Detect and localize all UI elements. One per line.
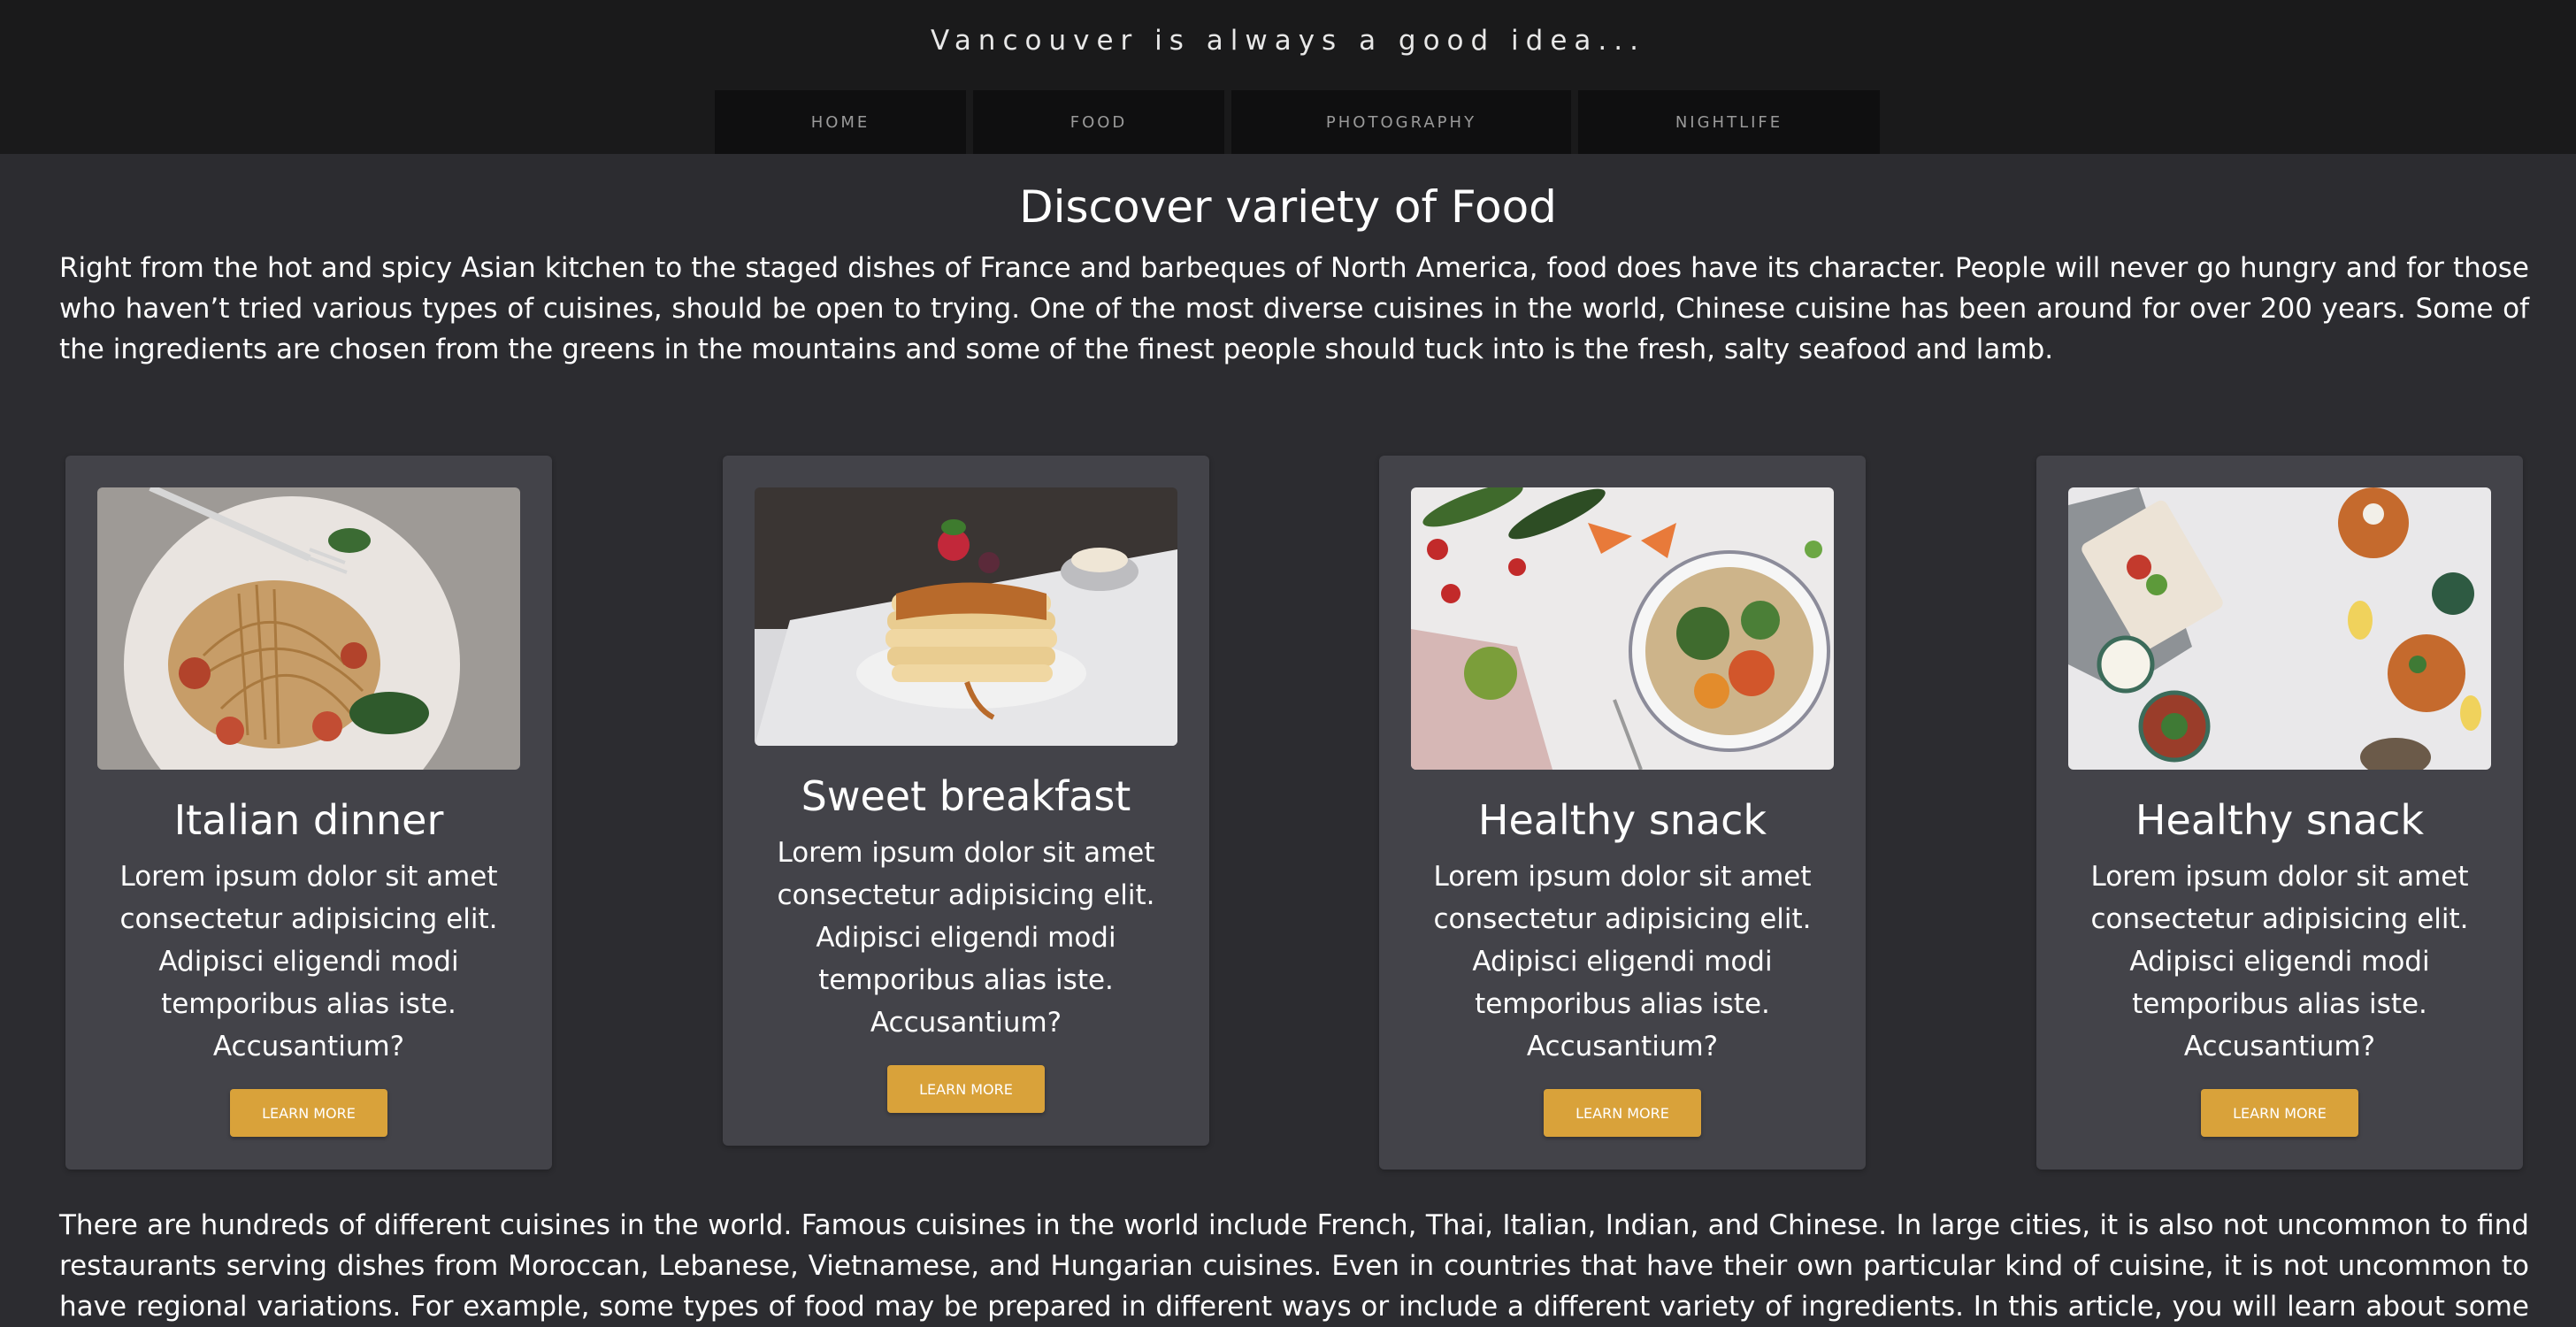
learn-more-button[interactable]: LEARN MORE	[887, 1065, 1045, 1113]
pancakes-photo	[755, 487, 1177, 746]
food-card: Healthy snack Lorem ipsum dolor sit amet…	[2036, 456, 2523, 1170]
site-header: Vancouver is always a good idea... HOME …	[0, 0, 2576, 154]
site-tagline: Vancouver is always a good idea...	[931, 25, 1645, 57]
fries-table-photo	[2068, 487, 2491, 770]
card-text: Lorem ipsum dolor sit amet consectetur a…	[777, 837, 1155, 1039]
intro-paragraph: Right from the hot and spicy Asian kitch…	[59, 252, 2529, 365]
page-title: Discover variety of Food	[1019, 181, 1557, 233]
card-title: Sweet breakfast	[801, 772, 1131, 820]
card-text: Lorem ipsum dolor sit amet consectetur a…	[2090, 861, 2469, 1062]
card-text: Lorem ipsum dolor sit amet consectetur a…	[119, 861, 498, 1062]
outro-paragraph: There are hundreds of different cuisines…	[59, 1209, 2529, 1323]
food-card: Italian dinner Lorem ipsum dolor sit ame…	[65, 456, 552, 1170]
spaghetti-photo	[97, 487, 520, 770]
learn-more-button[interactable]: LEARN MORE	[1544, 1089, 1701, 1137]
vegetable-bowl-photo	[1411, 487, 1834, 770]
card-title: Italian dinner	[173, 796, 444, 844]
food-card: Sweet breakfast Lorem ipsum dolor sit am…	[723, 456, 1209, 1146]
card-title: Healthy snack	[2135, 796, 2425, 844]
nav-photography[interactable]: PHOTOGRAPHY	[1231, 90, 1571, 154]
learn-more-button[interactable]: LEARN MORE	[2201, 1089, 2358, 1137]
food-card: Healthy snack Lorem ipsum dolor sit amet…	[1379, 456, 1866, 1170]
nav-nightlife[interactable]: NIGHTLIFE	[1578, 90, 1880, 154]
card-title: Healthy snack	[1477, 796, 1767, 844]
learn-more-button[interactable]: LEARN MORE	[230, 1089, 387, 1137]
nav-home[interactable]: HOME	[715, 90, 966, 154]
nav-food[interactable]: FOOD	[973, 90, 1224, 154]
card-text: Lorem ipsum dolor sit amet consectetur a…	[1433, 861, 1812, 1062]
